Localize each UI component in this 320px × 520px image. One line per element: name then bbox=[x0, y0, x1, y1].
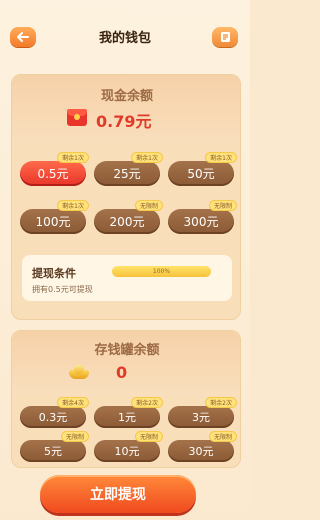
rules-button[interactable] bbox=[212, 27, 238, 47]
option-tag: 剩余1次 bbox=[131, 152, 163, 163]
option-tag: 无限制 bbox=[134, 200, 163, 211]
header: 我的钱包 bbox=[0, 0, 250, 62]
option-tag: 无限制 bbox=[134, 431, 163, 442]
cash-option-25[interactable]: 25元 剩余1次 bbox=[94, 152, 163, 186]
piggy-panel: 存钱罐余额 0 0.3元 剩余4次 1元 剩余2次 3元 剩余2次 5元 无限制 bbox=[11, 330, 241, 468]
option-tag: 剩余1次 bbox=[205, 152, 237, 163]
cash-amount: 0.79元 bbox=[96, 112, 152, 131]
piggy-options-row-1: 0.3元 剩余4次 1元 剩余2次 3元 剩余2次 bbox=[20, 397, 237, 428]
cash-panel: 现金余额 0.79元 0.5元 剩余1次 25元 剩余1次 50元 剩余1次 1… bbox=[11, 74, 241, 320]
cash-option-100[interactable]: 100元 剩余1次 bbox=[20, 200, 89, 234]
option-tag: 剩余1次 bbox=[57, 200, 89, 211]
option-tag: 无限制 bbox=[208, 200, 237, 211]
red-envelope-icon bbox=[67, 109, 87, 126]
cash-option-50[interactable]: 50元 剩余1次 bbox=[168, 152, 237, 186]
piggy-option-5[interactable]: 5元 无限制 bbox=[20, 431, 89, 462]
piggy-option-0-3[interactable]: 0.3元 剩余4次 bbox=[20, 397, 89, 428]
wallet-page: 我的钱包 现金余额 0.79元 0.5元 剩余1次 25元 剩余1次 50元 剩… bbox=[0, 0, 250, 520]
option-tag: 剩余2次 bbox=[131, 397, 163, 408]
piggy-option-30[interactable]: 30元 无限制 bbox=[168, 431, 237, 462]
gold-ingot-icon bbox=[69, 364, 89, 379]
progress-text: 100% bbox=[152, 268, 171, 275]
option-tag: 无限制 bbox=[60, 431, 89, 442]
condition-title: 提现条件 bbox=[32, 267, 76, 280]
withdraw-condition-box: 提现条件 100% 拥有0.5元可提现 bbox=[22, 255, 232, 301]
cash-option-200[interactable]: 200元 无限制 bbox=[94, 200, 163, 234]
condition-description: 拥有0.5元可提现 bbox=[32, 285, 93, 294]
cash-option-300[interactable]: 300元 无限制 bbox=[168, 200, 237, 234]
cash-options-row-2: 100元 剩余1次 200元 无限制 300元 无限制 bbox=[20, 200, 237, 234]
piggy-title: 存钱罐余额 bbox=[94, 343, 160, 358]
piggy-options-row-2: 5元 无限制 10元 无限制 30元 无限制 bbox=[20, 431, 237, 462]
cash-title: 现金余额 bbox=[100, 89, 153, 104]
piggy-option-1[interactable]: 1元 剩余2次 bbox=[94, 397, 163, 428]
option-tag: 剩余4次 bbox=[57, 397, 89, 408]
piggy-option-3[interactable]: 3元 剩余2次 bbox=[168, 397, 237, 428]
option-tag: 剩余1次 bbox=[57, 152, 89, 163]
withdraw-now-button[interactable]: 立即提现 bbox=[40, 475, 196, 513]
cash-option-0-5[interactable]: 0.5元 剩余1次 bbox=[20, 152, 89, 186]
cash-options-row-1: 0.5元 剩余1次 25元 剩余1次 50元 剩余1次 bbox=[20, 152, 237, 186]
option-tag: 剩余2次 bbox=[205, 397, 237, 408]
piggy-option-10[interactable]: 10元 无限制 bbox=[94, 431, 163, 462]
option-tag: 无限制 bbox=[208, 431, 237, 442]
condition-progress-bar: 100% bbox=[112, 266, 211, 277]
piggy-amount: 0 bbox=[116, 363, 128, 382]
document-icon bbox=[220, 32, 230, 42]
